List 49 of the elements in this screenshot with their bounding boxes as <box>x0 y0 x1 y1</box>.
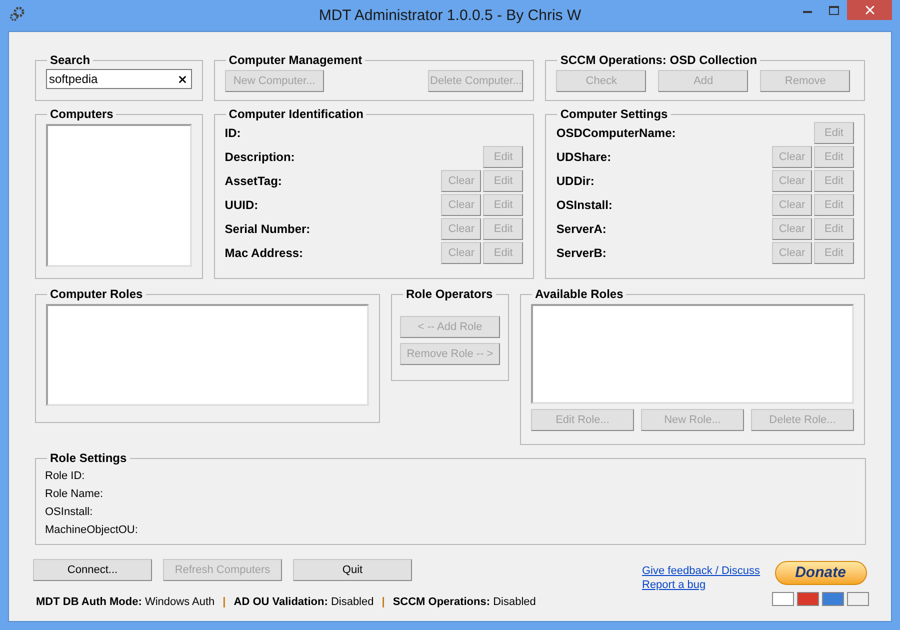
field-label: AssetTag: <box>224 173 282 190</box>
status-item: MDT DB Auth Mode: Windows Auth <box>36 595 215 610</box>
card-icon <box>847 592 869 606</box>
field-label: Serial Number: <box>224 221 310 238</box>
group-title: Computer Identification <box>228 107 364 121</box>
field-label: OSDComputerName: <box>556 125 676 142</box>
group-title: Available Roles <box>534 287 624 301</box>
field-label: OSInstall: <box>556 197 612 214</box>
status-item: AD OU Validation: Disabled <box>234 595 374 610</box>
field-label: UDDir: <box>556 173 594 190</box>
form-button[interactable]: Connect... <box>33 559 152 581</box>
search-field[interactable]: softpedia <box>46 69 192 89</box>
status-item: SCCM Operations: Disabled <box>392 595 536 610</box>
gear-icon <box>9 6 25 22</box>
donate-button[interactable]: Donate <box>774 561 866 585</box>
group-title: Role Settings <box>49 451 128 465</box>
roles-list[interactable] <box>46 304 369 406</box>
card-icon <box>772 592 794 606</box>
setting-label: MachineObjectOU: <box>45 523 139 538</box>
card-icon <box>797 592 819 606</box>
search-value: softpedia <box>49 71 99 88</box>
computers-list[interactable] <box>46 124 192 267</box>
status-separator: | <box>382 595 385 610</box>
clear-icon[interactable] <box>176 74 188 84</box>
form-button[interactable]: Quit <box>293 559 412 581</box>
link[interactable]: Give feedback / Discuss <box>642 564 760 578</box>
group-title: Computer Settings <box>559 107 669 121</box>
close-button[interactable] <box>847 0 892 20</box>
field-label: UDShare: <box>556 149 612 166</box>
group-title: Computer Management <box>228 53 364 67</box>
setting-label: OSInstall: <box>45 505 94 520</box>
card-icon <box>822 592 844 606</box>
link[interactable]: Report a bug <box>642 578 760 592</box>
field-label: Mac Address: <box>224 245 304 262</box>
field-label: ServerB: <box>556 245 606 262</box>
group-title: Search <box>49 53 92 67</box>
group-title: SCCM Operations: OSD Collection <box>559 53 758 67</box>
window-title: MDT Administrator 1.0.0.5 - By Chris W <box>318 6 582 26</box>
setting-label: Role Name: <box>45 487 104 502</box>
field-label: Description: <box>224 149 295 166</box>
field-label: ServerA: <box>556 221 606 238</box>
group-title: Role Operators <box>405 287 494 301</box>
field-label: ID: <box>224 125 241 142</box>
field-label: UUID: <box>224 197 258 214</box>
group-title: Computers <box>49 107 114 121</box>
available-roles-list[interactable] <box>531 304 854 404</box>
setting-label: Role ID: <box>45 469 86 484</box>
status-separator: | <box>222 595 226 610</box>
group-title: Computer Roles <box>49 287 144 301</box>
